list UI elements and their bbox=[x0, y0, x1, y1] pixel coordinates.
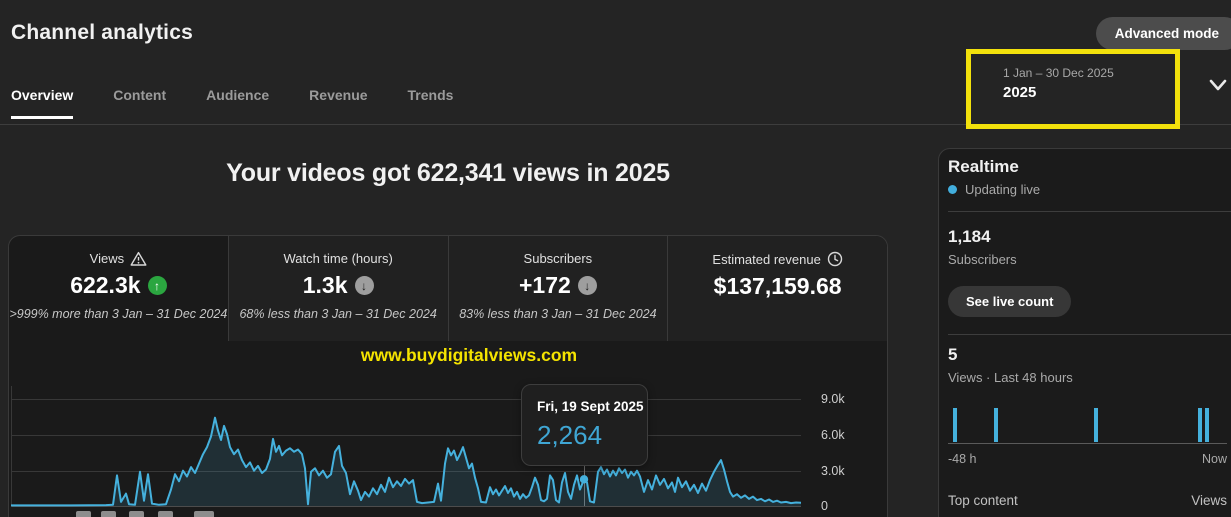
tab-revenue[interactable]: Revenue bbox=[309, 87, 367, 119]
cutoff-thumbnail bbox=[129, 511, 144, 517]
clock-icon bbox=[827, 251, 843, 267]
chart-tooltip: Fri, 19 Sept 2025 2,264 bbox=[521, 384, 648, 466]
realtime-status: Updating live bbox=[948, 182, 1040, 197]
metric-revenue[interactable]: Estimated revenue $137,159.68 bbox=[668, 236, 887, 341]
advanced-mode-button[interactable]: Advanced mode bbox=[1096, 17, 1231, 50]
metric-subscribers-note: 83% less than 3 Jan – 31 Dec 2024 bbox=[449, 307, 668, 321]
y-tick: 9.0k bbox=[821, 392, 871, 406]
chevron-down-icon[interactable] bbox=[1208, 78, 1228, 92]
tab-overview[interactable]: Overview bbox=[11, 87, 73, 119]
realtime-bar bbox=[1205, 408, 1209, 442]
metric-subscribers-value: +172 bbox=[519, 272, 571, 299]
tab-content[interactable]: Content bbox=[113, 87, 166, 119]
realtime-bar bbox=[994, 408, 998, 442]
realtime-title: Realtime bbox=[948, 157, 1019, 177]
page-title: Channel analytics bbox=[11, 21, 193, 45]
analytics-card: Views 622.3k ↑ >999% more than 3 Jan – 3… bbox=[8, 235, 888, 517]
hover-marker-dot bbox=[580, 475, 588, 483]
see-live-count-button[interactable]: See live count bbox=[948, 286, 1071, 317]
top-content-header: Top content Views bbox=[948, 493, 1227, 508]
metric-watch-time[interactable]: Watch time (hours) 1.3k ↓ 68% less than … bbox=[229, 236, 449, 341]
metric-subscribers-label: Subscribers bbox=[524, 251, 593, 266]
analytics-tabs: Overview Content Audience Revenue Trends bbox=[11, 87, 453, 119]
cutoff-thumbnail bbox=[101, 511, 116, 517]
views-headline: Your videos got 622,341 views in 2025 bbox=[8, 159, 888, 188]
metric-views-note: >999% more than 3 Jan – 31 Dec 2024 bbox=[9, 307, 228, 321]
cutoff-thumbnail bbox=[194, 511, 214, 517]
axis-end-label: Now bbox=[1202, 452, 1227, 466]
realtime-views-label: Views · Last 48 hours bbox=[948, 370, 1073, 385]
metric-tabs: Views 622.3k ↑ >999% more than 3 Jan – 3… bbox=[9, 236, 887, 341]
live-dot-icon bbox=[948, 185, 957, 194]
metric-revenue-value: $137,159.68 bbox=[714, 273, 842, 300]
trend-up-icon: ↑ bbox=[148, 276, 167, 295]
sidebar-divider bbox=[948, 211, 1231, 212]
last-48h-axis: -48 h Now bbox=[948, 452, 1227, 466]
tooltip-date: Fri, 19 Sept 2025 bbox=[537, 399, 647, 414]
tooltip-value: 2,264 bbox=[537, 420, 647, 451]
metric-views-value: 622.3k bbox=[70, 272, 140, 299]
tab-trends[interactable]: Trends bbox=[408, 87, 454, 119]
realtime-bar bbox=[1094, 408, 1098, 442]
views-line-chart[interactable] bbox=[11, 386, 801, 506]
cutoff-thumbnail bbox=[76, 511, 91, 517]
y-tick: 0 bbox=[821, 499, 871, 513]
y-tick: 3.0k bbox=[821, 464, 871, 478]
realtime-status-text: Updating live bbox=[965, 182, 1040, 197]
realtime-subscribers-value: 1,184 bbox=[948, 227, 991, 247]
views-line-svg bbox=[11, 386, 801, 507]
tab-audience[interactable]: Audience bbox=[206, 87, 269, 119]
chart-area-fill bbox=[11, 418, 801, 506]
cutoff-thumbnail bbox=[158, 511, 173, 517]
top-content-views-label: Views bbox=[1191, 493, 1227, 508]
metric-revenue-label: Estimated revenue bbox=[712, 252, 820, 267]
trend-down-icon: ↓ bbox=[578, 276, 597, 295]
realtime-views-value: 5 bbox=[948, 345, 957, 365]
metric-views-label: Views bbox=[90, 251, 124, 266]
last-48h-bar-chart bbox=[948, 408, 1227, 444]
axis-start-label: -48 h bbox=[948, 452, 977, 466]
realtime-bar bbox=[1198, 408, 1202, 442]
warning-icon bbox=[130, 251, 147, 266]
sidebar-divider bbox=[948, 334, 1231, 335]
highlight-box bbox=[966, 49, 1180, 129]
trend-down-icon: ↓ bbox=[355, 276, 374, 295]
watermark-text: www.buydigitalviews.com bbox=[29, 345, 888, 366]
metric-watch-time-value: 1.3k bbox=[303, 272, 348, 299]
realtime-bar bbox=[953, 408, 957, 442]
metric-views[interactable]: Views 622.3k ↑ >999% more than 3 Jan – 3… bbox=[9, 236, 229, 341]
y-tick: 6.0k bbox=[821, 428, 871, 442]
metric-watch-time-label: Watch time (hours) bbox=[283, 251, 392, 266]
metric-subscribers[interactable]: Subscribers +172 ↓ 83% less than 3 Jan –… bbox=[449, 236, 669, 341]
realtime-subscribers-label: Subscribers bbox=[948, 252, 1017, 267]
top-content-label[interactable]: Top content bbox=[948, 493, 1018, 508]
realtime-card: Realtime Updating live 1,184 Subscribers… bbox=[938, 148, 1231, 517]
metric-watch-time-note: 68% less than 3 Jan – 31 Dec 2024 bbox=[229, 307, 448, 321]
channel-analytics-page: Channel analytics Advanced mode Overview… bbox=[0, 0, 1231, 517]
